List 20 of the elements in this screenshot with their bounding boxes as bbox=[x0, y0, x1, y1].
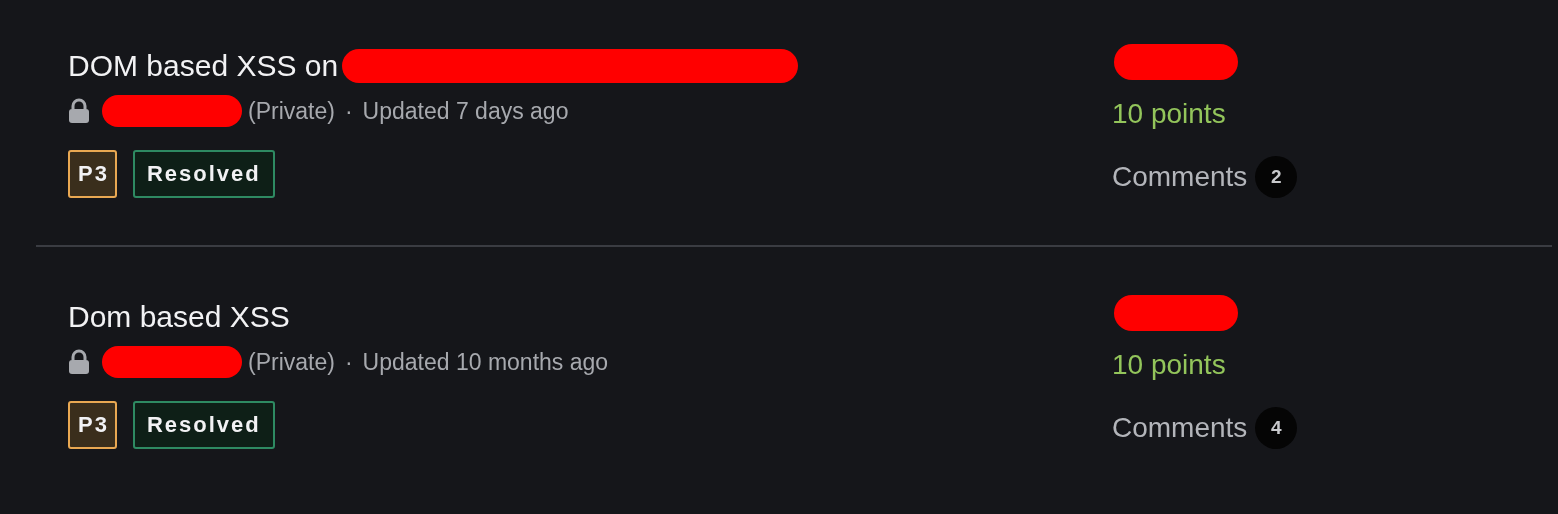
status-badge: Resolved bbox=[132, 150, 275, 198]
visibility-label: (Private) bbox=[248, 97, 335, 125]
severity-badge: P3 bbox=[68, 401, 117, 449]
points-label: 10 points bbox=[1112, 97, 1227, 131]
separator: · bbox=[344, 348, 353, 376]
comments-label[interactable]: Comments bbox=[1112, 161, 1248, 193]
report-title[interactable]: DOM based XSS on bbox=[68, 49, 339, 83]
updated-time: Updated 7 days ago bbox=[362, 97, 569, 125]
comments-label[interactable]: Comments bbox=[1112, 412, 1248, 444]
comments-count: 4 bbox=[1255, 407, 1298, 449]
separator: · bbox=[344, 97, 353, 125]
lock-icon bbox=[68, 98, 90, 124]
report-title[interactable]: Dom based XSS bbox=[68, 300, 290, 334]
updated-time: Updated 10 months ago bbox=[362, 348, 609, 376]
points-label: 10 points bbox=[1112, 348, 1227, 382]
status-badge: Resolved bbox=[132, 401, 275, 449]
visibility-label: (Private) bbox=[248, 348, 335, 376]
comments-count: 2 bbox=[1255, 156, 1298, 198]
lock-icon bbox=[68, 349, 90, 375]
severity-badge: P3 bbox=[68, 150, 117, 198]
